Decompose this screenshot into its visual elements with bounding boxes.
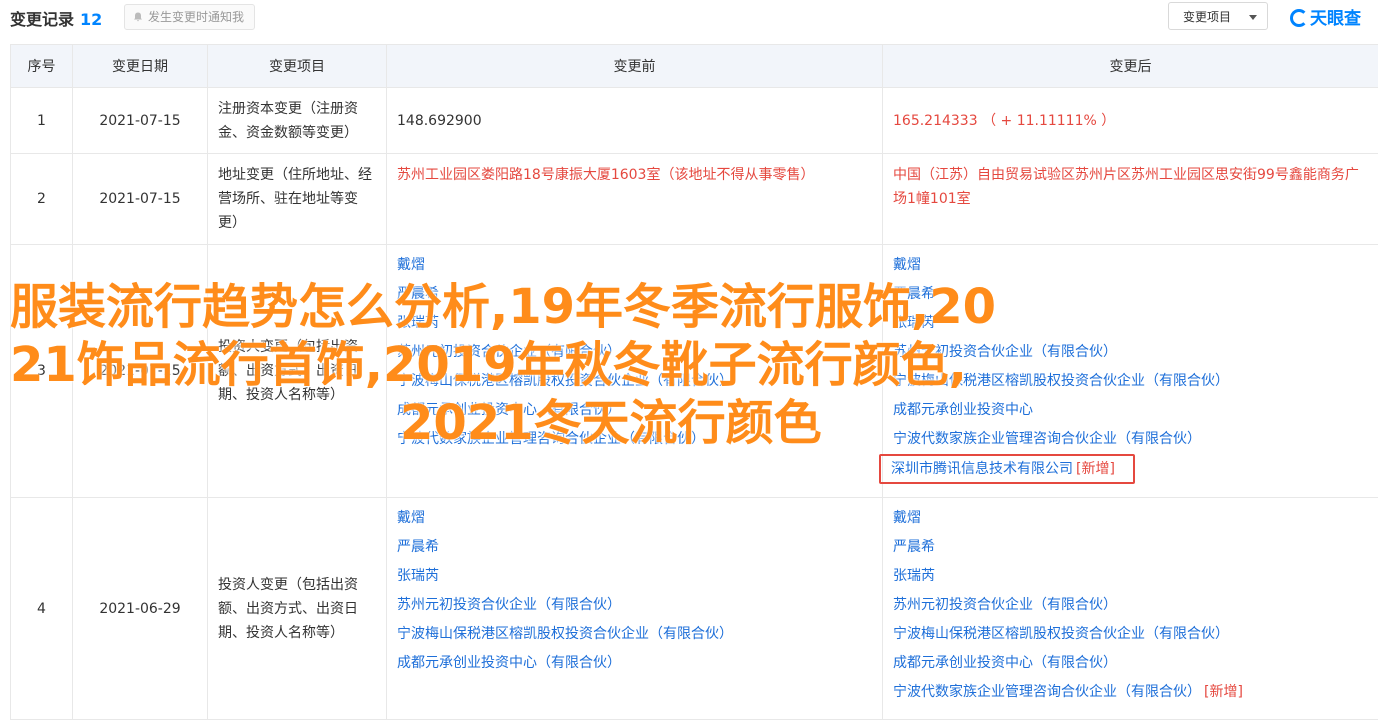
table-header-row: 序号 变更日期 变更项目 变更前 变更后	[10, 44, 1378, 88]
row-item: 注册资本变更（注册资金、资金数额等变更）	[207, 87, 387, 154]
table-row: 2 2021-07-15 地址变更（住所地址、经营场所、驻在地址等变更） 苏州工…	[10, 153, 1378, 245]
investor-link[interactable]: 宁波梅山保税港区榕凯股权投资合伙企业（有限合伙）	[397, 367, 872, 396]
filter-label: 变更项目	[1183, 10, 1232, 24]
change-record-table: 序号 变更日期 变更项目 变更前 变更后 1 2021-07-15 注册资本变更…	[10, 44, 1378, 720]
record-count: 12	[80, 10, 103, 29]
row-no: 3	[10, 244, 73, 498]
row-before: 戴熠 严晨希 张瑞芮 苏州元初投资合伙企业（有限合伙） 宁波梅山保税港区榕凯股权…	[386, 244, 883, 498]
logo-text: 天眼查	[1310, 9, 1361, 29]
row-no: 4	[10, 497, 73, 720]
col-header-item: 变更项目	[207, 44, 387, 88]
investor-link[interactable]: 戴熠	[397, 251, 872, 280]
investor-link[interactable]: 深圳市腾讯信息技术有限公司	[891, 461, 1073, 477]
investor-link[interactable]: 宁波梅山保税港区榕凯股权投资合伙企业（有限合伙）	[893, 367, 1368, 396]
investor-link[interactable]: 苏州元初投资合伙企业（有限合伙）	[397, 591, 872, 620]
table-row: 4 2021-06-29 投资人变更（包括出资额、出资方式、出资日期、投资人名称…	[10, 497, 1378, 720]
new-investor-row: 宁波代数家族企业管理咨询合伙企业（有限合伙） [新增]	[893, 678, 1368, 707]
investor-link[interactable]: 宁波代数家族企业管理咨询合伙企业（有限合伙）	[893, 684, 1201, 700]
investor-link[interactable]: 苏州元初投资合伙企业（有限合伙）	[397, 338, 872, 367]
highlight-box: 深圳市腾讯信息技术有限公司 [新增]	[879, 454, 1135, 484]
investor-link[interactable]: 戴熠	[893, 504, 1368, 533]
investor-link[interactable]: 严晨希	[397, 280, 872, 309]
logo-icon	[1290, 9, 1308, 27]
row-date: 2021-07-15	[72, 153, 208, 245]
new-tag: [新增]	[1076, 461, 1115, 477]
row-item: 投资人变更（包括出资额、出资方式、出资日期、投资人名称等）	[207, 497, 387, 720]
row-before: 戴熠 严晨希 张瑞芮 苏州元初投资合伙企业（有限合伙） 宁波梅山保税港区榕凯股权…	[386, 497, 883, 720]
row-date: 2021-07-15	[72, 87, 208, 154]
row-after: 戴熠 严晨希 张瑞芮 苏州元初投资合伙企业（有限合伙） 宁波梅山保税港区榕凯股权…	[879, 244, 1378, 498]
col-header-no: 序号	[10, 44, 73, 88]
row-item: 地址变更（住所地址、经营场所、驻在地址等变更）	[207, 153, 387, 245]
investor-link[interactable]: 张瑞芮	[893, 309, 1368, 338]
row-date: 2021-07-15	[72, 244, 208, 498]
investor-link[interactable]: 成都元承创业投资中心	[893, 396, 1368, 425]
row-date: 2021-06-29	[72, 497, 208, 720]
col-header-before: 变更前	[386, 44, 883, 88]
investor-link[interactable]: 宁波代数家族企业管理咨询合伙企业（有限合伙）	[893, 425, 1368, 454]
row-after: 165.214333 （ + 11.11111% ）	[882, 87, 1378, 154]
investor-link[interactable]: 宁波代数家族企业管理咨询合伙企业（有限合伙）	[397, 425, 872, 454]
row-before: 148.692900	[386, 87, 883, 154]
investor-link[interactable]: 苏州元初投资合伙企业（有限合伙）	[893, 338, 1368, 367]
investor-link[interactable]: 成都元承创业投资中心（有限合伙）	[397, 649, 872, 678]
new-investor-row: 深圳市腾讯信息技术有限公司 [新增]	[879, 454, 1368, 484]
col-header-after: 变更后	[882, 44, 1378, 88]
change-item-filter[interactable]: 变更项目	[1168, 2, 1268, 30]
row-after: 中国（江苏）自由贸易试验区苏州片区苏州工业园区思安街99号鑫能商务广场1幢101…	[882, 153, 1378, 245]
investor-link[interactable]: 张瑞芮	[397, 309, 872, 338]
row-no: 2	[10, 153, 73, 245]
table-row: 3 2021-07-15 投资人变更（包括出资额、出资方式、出资日期、投资人名称…	[10, 244, 1378, 498]
bell-icon	[134, 12, 142, 22]
header-bar: 变更记录 12 发生变更时通知我 变更项目 天眼查	[0, 0, 1378, 38]
notify-button[interactable]: 发生变更时通知我	[124, 4, 256, 30]
row-after: 戴熠 严晨希 张瑞芮 苏州元初投资合伙企业（有限合伙） 宁波梅山保税港区榕凯股权…	[882, 497, 1378, 720]
investor-link[interactable]: 宁波梅山保税港区榕凯股权投资合伙企业（有限合伙）	[893, 620, 1368, 649]
col-header-date: 变更日期	[72, 44, 208, 88]
chevron-down-icon	[1249, 15, 1257, 20]
logo: 天眼查	[1290, 4, 1361, 29]
investor-link[interactable]: 严晨希	[397, 533, 872, 562]
investor-link[interactable]: 苏州元初投资合伙企业（有限合伙）	[893, 591, 1368, 620]
investor-link[interactable]: 张瑞芮	[397, 562, 872, 591]
investor-link[interactable]: 戴熠	[893, 251, 1368, 280]
table-row: 1 2021-07-15 注册资本变更（注册资金、资金数额等变更） 148.69…	[10, 87, 1378, 154]
row-before: 苏州工业园区娄阳路18号康振大厦1603室（该地址不得从事零售）	[386, 153, 883, 245]
investor-link[interactable]: 戴熠	[397, 504, 872, 533]
investor-link[interactable]: 张瑞芮	[893, 562, 1368, 591]
notify-label: 发生变更时通知我	[148, 10, 245, 24]
page-title: 变更记录 12	[10, 6, 102, 30]
investor-link[interactable]: 成都元承创业投资中心（有限合伙）	[397, 396, 872, 425]
investor-link[interactable]: 严晨希	[893, 533, 1368, 562]
new-tag: [新增]	[1204, 684, 1243, 700]
investor-link[interactable]: 严晨希	[893, 280, 1368, 309]
row-no: 1	[10, 87, 73, 154]
row-item: 投资人变更（包括出资额、出资方式、出资日期、投资人名称等）	[207, 244, 387, 498]
title-text: 变更记录	[10, 10, 75, 29]
investor-link[interactable]: 宁波梅山保税港区榕凯股权投资合伙企业（有限合伙）	[397, 620, 872, 649]
investor-link[interactable]: 成都元承创业投资中心（有限合伙）	[893, 649, 1368, 678]
